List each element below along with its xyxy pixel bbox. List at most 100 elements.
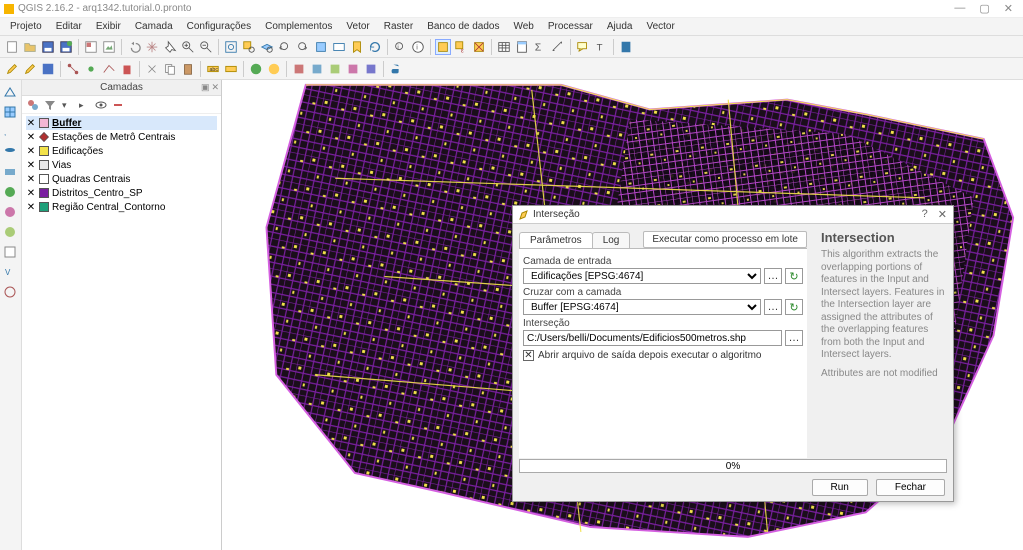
input-iterate-button[interactable]: ↻	[785, 268, 803, 284]
save-as-icon[interactable]	[58, 39, 74, 55]
minimize-button[interactable]: —	[954, 2, 965, 15]
layer-visible-checkbox[interactable]: ✕	[26, 160, 36, 170]
menu-processar[interactable]: Processar	[542, 20, 599, 33]
menu-complementos[interactable]: Complementos	[259, 20, 338, 33]
layer-visible-checkbox[interactable]: ✕	[26, 188, 36, 198]
plugin5-icon[interactable]	[363, 61, 379, 77]
layer-visible-checkbox[interactable]: ✕	[26, 174, 36, 184]
zoom-full-icon[interactable]	[223, 39, 239, 55]
input-layer-select[interactable]: Edificações [EPSG:4674]	[523, 268, 761, 284]
layer-visible-checkbox[interactable]: ✕	[26, 132, 36, 142]
collapse-all-icon[interactable]: ▸	[77, 98, 91, 112]
zoom-last-icon[interactable]	[277, 39, 293, 55]
expand-all-icon[interactable]: ▾	[60, 98, 74, 112]
layer-item[interactable]: ✕Região Central_Contorno	[26, 200, 217, 214]
style-manager-icon[interactable]	[26, 98, 40, 112]
measure-line-icon[interactable]	[550, 39, 566, 55]
visibility-icon[interactable]	[94, 98, 108, 112]
label-icon[interactable]: abc	[205, 61, 221, 77]
menu-exibir[interactable]: Exibir	[90, 20, 127, 33]
globe-yellow-icon[interactable]	[266, 61, 282, 77]
composer-icon[interactable]	[101, 39, 117, 55]
menu-vector[interactable]: Vector	[640, 20, 680, 33]
globe-green-icon[interactable]	[248, 61, 264, 77]
tab-parametros[interactable]: Parâmetros	[519, 232, 593, 248]
add-wfs-icon[interactable]	[2, 224, 18, 240]
add-vector-icon[interactable]	[2, 84, 18, 100]
pan-icon[interactable]	[144, 39, 160, 55]
menu-ajuda[interactable]: Ajuda	[601, 20, 639, 33]
remove-layer-icon[interactable]	[111, 98, 125, 112]
deselect-icon[interactable]	[471, 39, 487, 55]
layer-item[interactable]: ✕Distritos_Centro_SP	[26, 186, 217, 200]
label-settings-icon[interactable]	[223, 61, 239, 77]
run-button[interactable]: Run	[812, 479, 868, 496]
map-tips-icon[interactable]	[331, 39, 347, 55]
input-browse-button[interactable]: …	[764, 268, 782, 284]
virtual-layer-icon[interactable]: V	[2, 264, 18, 280]
menu-configuracoes[interactable]: Configurações	[181, 20, 257, 33]
menu-editar[interactable]: Editar	[50, 20, 88, 33]
zoom-next-icon[interactable]	[295, 39, 311, 55]
layer-visible-checkbox[interactable]: ✕	[26, 146, 36, 156]
tab-log[interactable]: Log	[592, 232, 631, 248]
toggle-editing-icon[interactable]	[22, 61, 38, 77]
save-edits-icon[interactable]	[40, 61, 56, 77]
plugin4-icon[interactable]	[345, 61, 361, 77]
delete-icon[interactable]	[119, 61, 135, 77]
cut-icon[interactable]	[144, 61, 160, 77]
dialog-help-button[interactable]: ?	[922, 208, 928, 221]
new-scratch-icon[interactable]	[2, 244, 18, 260]
text-annotation-icon[interactable]: T	[593, 39, 609, 55]
add-spatialite-icon[interactable]	[2, 164, 18, 180]
info-icon[interactable]: i	[410, 39, 426, 55]
layer-item[interactable]: ✕Buffer	[26, 116, 217, 130]
menu-banco[interactable]: Banco de dados	[421, 20, 505, 33]
add-wms-icon[interactable]	[2, 184, 18, 200]
layer-item[interactable]: ✕Quadras Centrais	[26, 172, 217, 186]
menu-camada[interactable]: Camada	[129, 20, 179, 33]
dialog-close-button[interactable]: ✕	[938, 208, 947, 221]
menu-projeto[interactable]: Projeto	[4, 20, 48, 33]
zoom-native-icon[interactable]	[313, 39, 329, 55]
zoom-layer-icon[interactable]	[259, 39, 275, 55]
stats-icon[interactable]: Σ	[532, 39, 548, 55]
output-path-input[interactable]	[523, 330, 782, 346]
close-window-button[interactable]: ✕	[1004, 2, 1013, 15]
identify-icon[interactable]: i	[392, 39, 408, 55]
add-delimited-icon[interactable]: ,	[2, 124, 18, 140]
dialog-titlebar[interactable]: Interseção ? ✕	[513, 206, 953, 224]
layer-visible-checkbox[interactable]: ✕	[26, 118, 36, 128]
filter-layers-icon[interactable]	[43, 98, 57, 112]
plugin2-icon[interactable]	[309, 61, 325, 77]
node-icon[interactable]	[65, 61, 81, 77]
add-raster-icon[interactable]	[2, 104, 18, 120]
overlay-browse-button[interactable]: …	[764, 299, 782, 315]
bookmark-icon[interactable]	[618, 39, 634, 55]
select-rect-icon[interactable]	[435, 39, 451, 55]
pan-selection-icon[interactable]	[162, 39, 178, 55]
save-project-icon[interactable]	[40, 39, 56, 55]
refresh-icon[interactable]	[367, 39, 383, 55]
annotation-icon[interactable]	[575, 39, 591, 55]
new-bookmark-icon[interactable]	[349, 39, 365, 55]
add-postgis-icon[interactable]	[2, 144, 18, 160]
panel-close-icon[interactable]: ✕	[211, 82, 219, 93]
undo-icon[interactable]	[126, 39, 142, 55]
copy-icon[interactable]	[162, 61, 178, 77]
paste-icon[interactable]	[180, 61, 196, 77]
menu-raster[interactable]: Raster	[378, 20, 419, 33]
overlay-iterate-button[interactable]: ↻	[785, 299, 803, 315]
select-expr-icon[interactable]: ε	[453, 39, 469, 55]
zoom-out-icon[interactable]	[198, 39, 214, 55]
attribute-table-icon[interactable]	[496, 39, 512, 55]
overlay-layer-select[interactable]: Buffer [EPSG:4674]	[523, 299, 761, 315]
layer-item[interactable]: ✕Estações de Metrô Centrais	[26, 130, 217, 144]
zoom-selection-icon[interactable]	[241, 39, 257, 55]
map-canvas[interactable]: Interseção ? ✕ Parâmetros Log Executar c…	[222, 80, 1023, 550]
menu-vetor[interactable]: Vetor	[340, 20, 375, 33]
close-button[interactable]: Fechar	[876, 479, 945, 496]
open-output-checkbox[interactable]: ✕	[523, 350, 534, 361]
layer-item[interactable]: ✕Edificações	[26, 144, 217, 158]
open-project-icon[interactable]	[22, 39, 38, 55]
